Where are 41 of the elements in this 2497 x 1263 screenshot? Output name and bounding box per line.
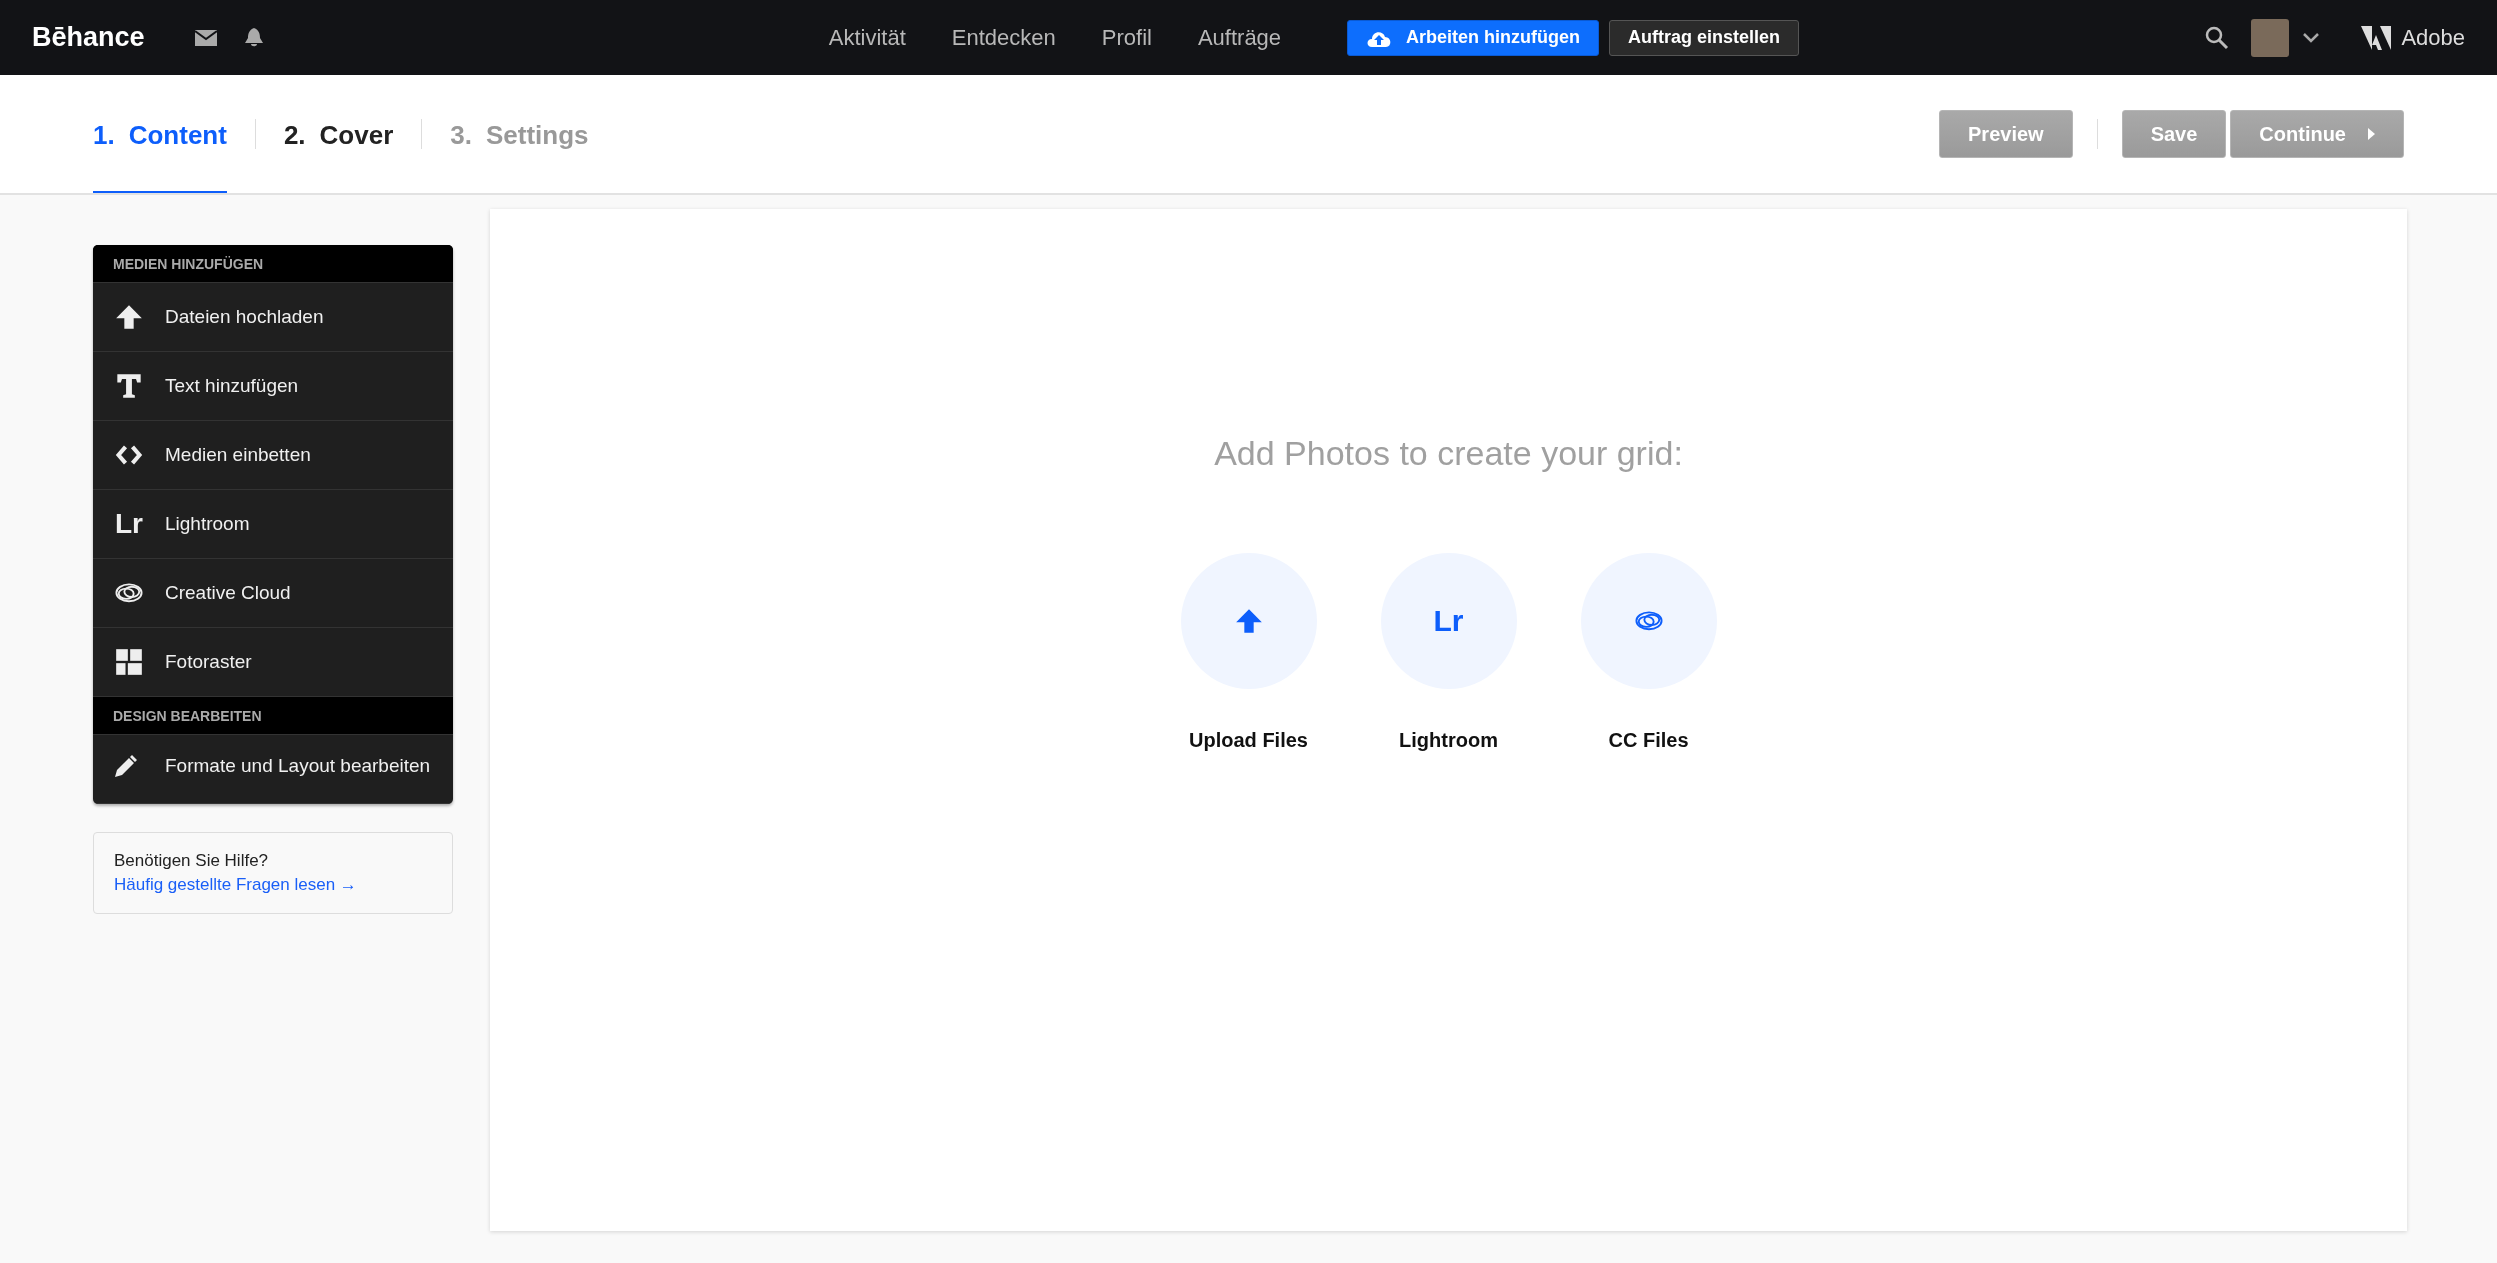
- avatar[interactable]: [2251, 18, 2290, 57]
- help-text: Benötigen Sie Hilfe? Häufig gestellte Fragen lesen →: [114, 850, 358, 896]
- sidebar-item[interactable]: Lr Lightroom: [93, 490, 453, 559]
- mail-icon[interactable]: [194, 29, 217, 46]
- text-icon: [115, 372, 143, 400]
- creative-cloud-icon: [1634, 611, 1663, 631]
- sidebar-item[interactable]: Text hinzufügen: [93, 352, 453, 421]
- creative-cloud-icon: [115, 583, 143, 603]
- source-label: CC Files: [1608, 729, 1689, 752]
- step-tab[interactable]: 2. Cover: [283, 75, 394, 193]
- canvas-heading: Add Photos to create your grid:: [1214, 434, 1683, 473]
- section-title: DESIGN BEARBEITEN: [93, 697, 453, 735]
- logo[interactable]: Bēhance: [32, 22, 145, 53]
- pencil-icon: [113, 755, 137, 779]
- source-label: Upload Files: [1189, 729, 1308, 752]
- sidebar-item[interactable]: Formate und Layout bearbeiten: [93, 735, 453, 804]
- nav-link[interactable]: Aufträge: [1197, 24, 1282, 51]
- grid-icon: [115, 648, 143, 676]
- brand-name: Adobe: [2401, 24, 2465, 51]
- bell-icon[interactable]: [244, 27, 263, 48]
- source-button[interactable]: Lr: [1380, 553, 1517, 689]
- add-work-button[interactable]: Arbeiten hinzufügen: [1347, 19, 1600, 56]
- lightroom-icon: Lr: [1433, 604, 1464, 638]
- sidebar-item[interactable]: Dateien hochladen: [93, 283, 453, 352]
- sidebar-item[interactable]: Medien einbetten: [93, 421, 453, 490]
- adobe-logo-icon: [2361, 25, 2392, 50]
- section-title: MEDIEN HINZUFÜGEN: [93, 245, 453, 283]
- nav-link[interactable]: Aktivität: [828, 24, 906, 51]
- upload-arrow-icon: [1234, 607, 1263, 635]
- chevron-down-icon[interactable]: [2303, 32, 2320, 43]
- faq-link[interactable]: Häufig gestellte Fragen lesen →: [114, 875, 357, 894]
- post-job-button[interactable]: Auftrag einstellen: [1609, 19, 1800, 56]
- caret-icon: [2368, 128, 2375, 140]
- sidebar-item[interactable]: Creative Cloud: [93, 559, 453, 628]
- nav-link[interactable]: Profil: [1101, 24, 1152, 51]
- step-tab[interactable]: 1. Content: [93, 75, 227, 193]
- search-icon[interactable]: [2205, 25, 2230, 50]
- source-label: Lightroom: [1399, 729, 1498, 752]
- lightroom-icon: Lr: [115, 508, 143, 540]
- nav-link[interactable]: Entdecken: [951, 24, 1056, 51]
- upload-arrow-icon: [115, 303, 143, 331]
